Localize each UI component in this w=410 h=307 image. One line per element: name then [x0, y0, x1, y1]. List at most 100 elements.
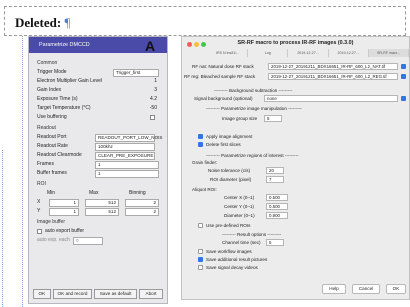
- bg-section-label: --------- Background subtraction -------…: [214, 88, 293, 93]
- save-delay-checkbox[interactable]: [198, 265, 203, 270]
- srrf-macro-window: SR-RF macro to process IR-RF images (0.3…: [181, 36, 410, 300]
- auto-export-label: auto export buffer: [45, 228, 85, 234]
- signal-bg-dropdown-icon[interactable]: [401, 96, 406, 101]
- roi-x-max-stepper[interactable]: 512: [85, 198, 119, 207]
- gain-index-row: Gain Index 3: [37, 86, 159, 95]
- delete-slices-checkbox[interactable]: [198, 142, 203, 147]
- rate-select[interactable]: 100khz: [95, 142, 155, 151]
- tab-image-1[interactable]: 2019-12-27...: [288, 49, 329, 57]
- roi-y-max-stepper[interactable]: 512: [85, 207, 119, 216]
- roi-y-label: Y: [37, 208, 41, 214]
- ok-record-button[interactable]: OK and record: [52, 289, 93, 299]
- apply-alignment-label: Apply image alignment: [206, 134, 253, 139]
- ok-button-right[interactable]: OK: [386, 284, 406, 294]
- auto-export-row: auto export buffer: [37, 227, 159, 236]
- roi-y-bin-stepper[interactable]: 2: [125, 207, 159, 216]
- frames-input[interactable]: 1: [95, 160, 159, 169]
- exposure-stepper[interactable]: 4.2: [150, 95, 157, 104]
- roi-y-min-stepper[interactable]: 1: [49, 207, 79, 216]
- predefined-rois-label: Use pre-defined ROIs: [206, 223, 251, 228]
- predefined-rois-checkbox[interactable]: [198, 223, 203, 228]
- roi-diam-input[interactable]: 7: [266, 176, 284, 183]
- rate-row: Readout Rate 100khz: [37, 142, 159, 151]
- port-row: Readout Port READOUT_PORT_LOW_NOIS: [37, 133, 163, 142]
- track-change-line-2: [2, 150, 3, 307]
- buffer-frames-label: Buffer frames: [37, 170, 67, 176]
- port-label: Readout Port: [37, 134, 67, 140]
- dialog-button-bar: OK OK and record Save as default Abort: [33, 289, 163, 299]
- exposure-row: Exposure Time (s) 4.2: [37, 95, 159, 104]
- channel-time-input[interactable]: 5: [266, 239, 284, 246]
- group-size-input[interactable]: 5: [264, 115, 282, 122]
- help-button[interactable]: Help: [322, 284, 346, 294]
- signal-bg-select[interactable]: none: [264, 95, 398, 102]
- center-y-input[interactable]: 0.500: [266, 203, 288, 210]
- abort-button[interactable]: Abort: [139, 289, 163, 299]
- save-workflow-checkbox[interactable]: [198, 249, 203, 254]
- ok-button[interactable]: OK: [33, 289, 51, 299]
- rf-nat-dropdown-icon[interactable]: [401, 64, 406, 69]
- clear-label: Readout Clearmode: [37, 152, 82, 158]
- noise-tol-input[interactable]: 20: [266, 167, 284, 174]
- pilcrow-icon: ¶: [64, 15, 71, 30]
- apply-alignment-checkbox[interactable]: [198, 134, 203, 139]
- roi-x-row: X 1 512 2: [37, 198, 159, 207]
- gain-index-label: Gain Index: [37, 87, 62, 93]
- rf-reg-dropdown-icon[interactable]: [401, 74, 406, 79]
- noise-tol-label: Noise tolerance (c/s): [208, 168, 251, 173]
- frames-label: Frames: [37, 161, 54, 167]
- rf-nat-select[interactable]: 2019-12-27_20191211_BDX16651_IR-RF_600_L…: [268, 63, 398, 70]
- save-additional-label: Save additional result pictures: [206, 257, 268, 262]
- center-x-input[interactable]: 0.500: [266, 194, 288, 201]
- roi-max-header: Max: [89, 190, 99, 196]
- port-select[interactable]: READOUT_PORT_LOW_NOIS: [95, 133, 163, 142]
- buffer-frames-input[interactable]: 1: [95, 169, 159, 178]
- diameter-input[interactable]: 0.900: [266, 212, 288, 219]
- deleted-label: Deleted: ¶: [15, 15, 70, 31]
- panel-label-a: A: [145, 38, 156, 54]
- signal-bg-label: Signal background (optional): [194, 96, 253, 101]
- auto-exp-each-input[interactable]: 0: [73, 236, 103, 245]
- track-change-line: [22, 36, 23, 307]
- trigger-mode-select[interactable]: Trigger_first: [113, 68, 159, 77]
- buffer-frames-row: Buffer frames 1: [37, 169, 159, 178]
- roi-binning-header: Binning: [129, 190, 146, 196]
- tab-log[interactable]: Log: [248, 49, 289, 57]
- roi-x-label: X: [37, 199, 41, 205]
- target-temp-row: Target Temperature (°C) -50: [37, 104, 159, 113]
- roi-section-label: --------- Parametrize regions of interes…: [206, 153, 299, 158]
- rf-reg-select[interactable]: 2019-12-27_20191211_BDX16651_IR-RF_600_L…: [268, 73, 398, 80]
- rf-nat-label: RF nat: Natural dose RF stack: [192, 64, 254, 69]
- buffering-checkbox[interactable]: [150, 115, 155, 120]
- roi-header-row: Min Max Binning: [37, 189, 159, 198]
- cancel-button[interactable]: Cancel: [352, 284, 380, 294]
- save-delay-label: Save signal decay videos: [206, 265, 258, 270]
- manip-section-label: --------- Parametrize image manipulation…: [206, 106, 302, 111]
- gain-index-stepper[interactable]: 3: [154, 86, 157, 95]
- tab-image-2[interactable]: 2019-12-27...: [329, 49, 369, 57]
- center-x-label: Center X (0–1): [224, 195, 255, 200]
- target-temp-stepper[interactable]: -50: [150, 104, 157, 113]
- trigger-mode-row: Trigger Mode Trigger_first: [37, 68, 159, 77]
- center-y-label: Center Y (0–1): [224, 204, 254, 209]
- result-section-label: --------- Result options ---------: [222, 232, 282, 237]
- roi-x-bin-stepper[interactable]: 2: [125, 198, 159, 207]
- emgain-stepper[interactable]: 1: [154, 77, 157, 86]
- deleted-annotation-box: Deleted: ¶: [4, 6, 406, 36]
- tab-srrf-macro[interactable]: SR-RF macr...: [368, 49, 409, 57]
- clear-select[interactable]: CLEAR_PRE_EXPOSURE: [95, 151, 155, 160]
- roi-x-min-stepper[interactable]: 1: [49, 198, 79, 207]
- rf-reg-label: RF reg: Bleached sample RF stack: [184, 74, 256, 79]
- tab-irs[interactable]: IRS N ins81\...: [208, 49, 249, 57]
- auto-exp-each-row: auto exp. each 0: [37, 236, 159, 245]
- save-additional-checkbox[interactable]: [198, 257, 203, 262]
- auto-exp-each-label: auto exp. each: [37, 237, 70, 243]
- diameter-label: Diameter (0–1): [224, 213, 255, 218]
- delete-slices-label: Delete first slices: [206, 142, 241, 147]
- save-default-button[interactable]: Save as default: [94, 289, 138, 299]
- auto-export-checkbox[interactable]: [37, 229, 42, 234]
- rate-label: Readout Rate: [37, 143, 68, 149]
- emgain-label: Electron Multiplier Gain Level: [37, 78, 103, 84]
- deleted-text: Deleted:: [15, 15, 62, 30]
- roi-y-row: Y 1 512 2: [37, 207, 159, 216]
